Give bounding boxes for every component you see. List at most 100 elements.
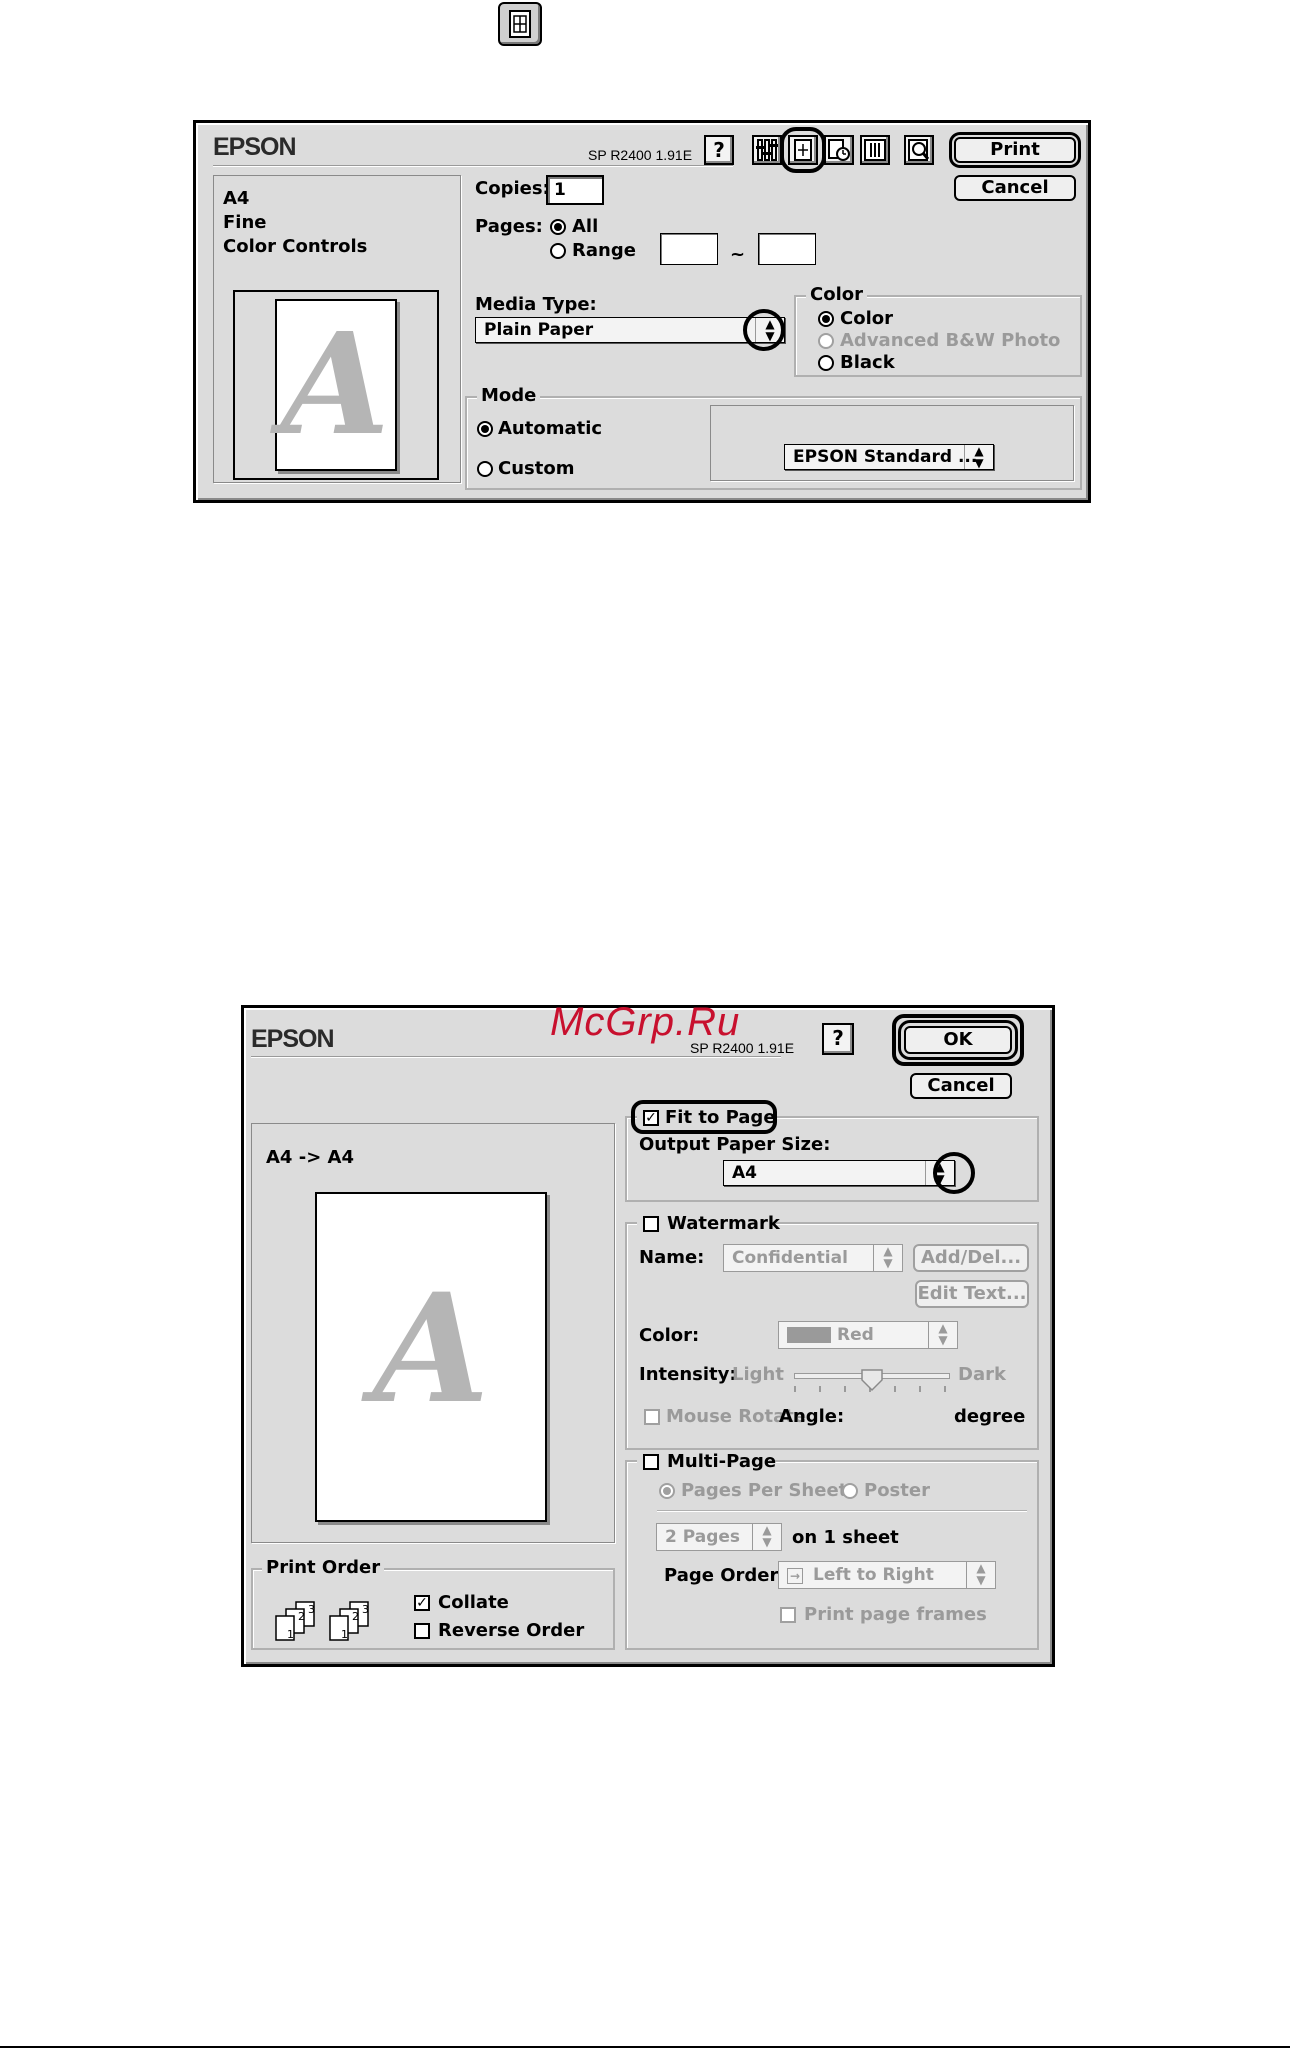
watermark-name-label: Name: [639,1247,705,1268]
svg-text:3: 3 [362,1603,369,1616]
driver-version: SP R2400 1.91E [588,147,693,163]
print-page-frames-label: Print page frames [804,1604,987,1625]
output-size-value: A4 [732,1163,757,1183]
pages-range-radio[interactable] [550,243,566,259]
intensity-slider-thumb [861,1369,883,1392]
intensity-label: Intensity: [639,1364,737,1385]
degree-label: degree [954,1406,1026,1427]
cancel-button[interactable]: Cancel [954,175,1076,201]
intensity-light-label: Light [732,1364,784,1385]
color-radio[interactable] [818,311,834,327]
reverse-order-checkbox[interactable] [414,1623,430,1639]
multi-page-divider [657,1510,1027,1512]
highlight-ring-fit [631,1100,777,1134]
layout-dialog: EPSON SP R2400 1.91E ? OK Cancel A4 -> A… [241,1005,1055,1667]
advanced-bw-radio [818,333,834,349]
help-button[interactable]: ? [822,1023,854,1055]
layout-icon [498,2,542,46]
pages-label: Pages: [475,216,543,237]
watermark-name-popup: Confidential ▲ ▼ [723,1244,903,1272]
print-dialog: EPSON SP R2400 1.91E ? Print Cancel A4 F… [193,120,1091,503]
popup-arrows-icon: ▲ ▼ [873,1245,902,1271]
range-separator: ~ [730,244,746,265]
popup-arrows-icon: ▲ ▼ [752,1524,781,1550]
mode-group-title: Mode [477,386,541,406]
preview-button[interactable] [904,135,934,165]
media-type-label: Media Type: [475,294,597,315]
mode-automatic-radio[interactable] [477,421,493,437]
print-page-frames-checkbox [780,1607,796,1623]
collate-stack-icon: 321 321 [275,1601,369,1641]
media-type-value: Plain Paper [484,320,594,340]
summary-paper: A4 [223,188,250,209]
edit-text-button: Edit Text... [915,1280,1029,1308]
page-order-popup: → Left to Right ▲ ▼ [778,1561,996,1589]
output-size-popup[interactable]: A4 ▲ ▼ [723,1160,955,1186]
collate-checkbox[interactable]: ✓ [414,1595,430,1611]
intensity-dark-label: Dark [958,1364,1006,1385]
watermark-color-popup: Red ▲ ▼ [778,1321,958,1349]
range-from-field[interactable] [660,233,718,265]
epson-logo: EPSON [213,133,297,161]
multi-page-checkbox[interactable] [643,1454,659,1470]
header-divider [213,165,733,167]
background-icon [864,139,886,161]
print-button[interactable]: Print [954,137,1076,163]
highlight-ring-ok [892,1014,1024,1066]
color-option-color: Color [840,308,893,329]
left-to-right-icon: → [787,1568,804,1584]
color-option-advanced-bw: Advanced B&W Photo [840,330,1061,351]
page-order-label: Page Order: [664,1565,786,1586]
copies-label: Copies: [475,178,550,199]
svg-text:2: 2 [298,1610,305,1623]
preview-paper: A [275,299,397,471]
mode-custom-label: Custom [498,458,575,479]
range-to-field[interactable] [758,233,816,265]
print-time-icon [828,139,850,161]
preview-letter: A [373,1261,490,1437]
svg-text:2: 2 [352,1610,359,1623]
pages-all-label: All [572,216,599,237]
pages-range-label: Range [572,240,636,261]
help-icon: ? [832,1026,844,1050]
mode-custom-radio[interactable] [477,461,493,477]
cancel-button[interactable]: Cancel [910,1073,1012,1099]
pages-count-popup: 2 Pages ▲ ▼ [656,1523,782,1551]
multi-page-label: Multi-Page [667,1451,777,1472]
pages-per-sheet-radio [659,1483,675,1499]
black-radio[interactable] [818,355,834,371]
add-del-button: Add/Del... [913,1244,1029,1272]
color-option-black: Black [840,352,895,373]
help-button[interactable]: ? [704,135,734,165]
watermark-name-value: Confidential [732,1248,848,1268]
media-type-popup[interactable]: Plain Paper ▲ ▼ [475,317,785,343]
color-group-title: Color [806,285,867,305]
on-sheet-label: on 1 sheet [792,1527,899,1548]
background-printing-button[interactable] [860,135,890,165]
pages-all-radio[interactable] [550,219,566,235]
preview-letter: A [281,303,390,467]
watermark-color-value: Red [837,1325,874,1345]
preview-icon [908,139,930,161]
svg-text:1: 1 [287,1628,294,1641]
copies-field[interactable]: 1 [546,175,604,205]
poster-radio [842,1483,858,1499]
popup-arrows-icon: ▲ ▼ [966,1562,995,1588]
print-time-button[interactable] [824,135,854,165]
site-watermark: McGrp.Ru [550,1000,741,1044]
pages-count-value: 2 Pages [665,1527,741,1547]
print-order-title: Print Order [262,1558,385,1578]
reverse-order-label: Reverse Order [438,1620,585,1641]
watermark-label: Watermark [667,1213,780,1234]
page-order-value: Left to Right [812,1565,934,1585]
mode-preset-value: EPSON Standard ... [793,447,978,467]
mode-preset-popup[interactable]: EPSON Standard ... ▲ ▼ [784,444,994,470]
summary-quality: Fine [223,212,267,233]
page-bottom-rule [0,2046,1290,2048]
custom-settings-button[interactable] [752,135,782,165]
mode-automatic-label: Automatic [498,418,603,439]
angle-label: Angle: [779,1406,845,1427]
watermark-checkbox[interactable] [643,1216,659,1232]
pages-per-sheet-label: Pages Per Sheet [681,1480,848,1501]
highlight-ring-media [743,309,785,351]
